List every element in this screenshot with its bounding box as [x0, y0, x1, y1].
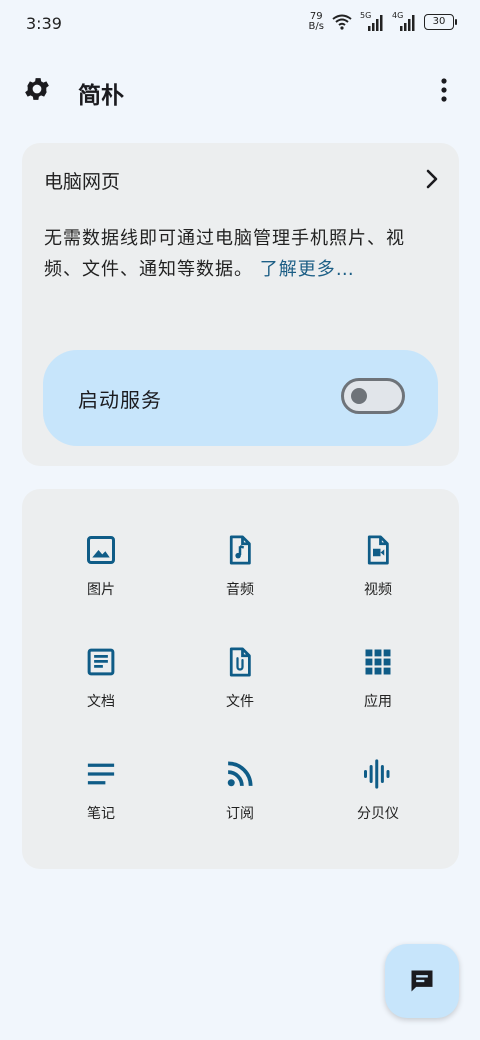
sound-wave-icon — [364, 759, 390, 789]
image-icon — [87, 536, 115, 564]
signal-icon-2: 4G — [392, 12, 416, 32]
grid-item-documents[interactable]: 文档 — [41, 647, 161, 737]
status-icons: 79 B/s 5G 4G 30 — [309, 12, 457, 32]
grid-item-files[interactable]: 文件 — [180, 647, 300, 737]
net-speed-unit: B/s — [308, 21, 324, 32]
grid-item-video[interactable]: 视频 — [318, 535, 438, 625]
app-bar: 简朴 — [0, 64, 480, 116]
grid-item-label: 文档 — [87, 694, 115, 710]
grid-item-label: 分贝仪 — [357, 806, 399, 822]
app-title: 简朴 — [78, 83, 124, 109]
media-grid-card: 图片 音频 视频 文档 文件 应用 笔记 订阅 分贝仪 — [22, 489, 459, 869]
web-card-title: 电脑网页 — [44, 171, 121, 193]
grid-item-label: 音频 — [226, 582, 254, 598]
attachment-file-icon — [229, 647, 251, 677]
apps-grid-icon — [365, 649, 391, 675]
status-time: 3:39 — [26, 14, 62, 33]
grid-item-label: 图片 — [87, 582, 115, 598]
signal-1-tag: 5G — [360, 11, 372, 20]
status-bar: 3:39 79 B/s 5G 4G 30 — [0, 0, 480, 48]
grid-item-subscriptions[interactable]: 订阅 — [180, 759, 300, 849]
chevron-right-icon — [426, 169, 438, 189]
start-service-toggle[interactable] — [341, 378, 405, 414]
grid-item-label: 笔记 — [87, 806, 115, 822]
wifi-icon — [332, 14, 352, 30]
web-page-card[interactable]: 电脑网页 无需数据线即可通过电脑管理手机照片、视频、文件、通知等数据。 了解更多… — [22, 143, 459, 466]
toggle-knob — [351, 388, 367, 404]
start-service-row[interactable]: 启动服务 — [43, 350, 438, 446]
signal-2-tag: 4G — [392, 11, 404, 20]
rss-icon — [227, 761, 253, 787]
grid-item-notes[interactable]: 笔记 — [41, 759, 161, 849]
grid-item-apps[interactable]: 应用 — [318, 647, 438, 737]
document-icon — [87, 648, 115, 676]
start-service-label: 启动服务 — [78, 388, 162, 412]
battery-icon: 30 — [424, 14, 457, 30]
chat-message-icon — [411, 970, 433, 992]
audio-file-icon — [229, 535, 251, 565]
grid-item-images[interactable]: 图片 — [41, 535, 161, 625]
notes-icon — [87, 763, 115, 785]
more-vert-icon[interactable] — [434, 76, 454, 104]
video-file-icon — [367, 535, 389, 565]
grid-item-decibel-meter[interactable]: 分贝仪 — [318, 759, 438, 849]
grid-item-label: 视频 — [364, 582, 392, 598]
signal-icon-1: 5G — [360, 12, 384, 32]
grid-item-label: 订阅 — [226, 806, 254, 822]
grid-item-audio[interactable]: 音频 — [180, 535, 300, 625]
grid-item-label: 文件 — [226, 694, 254, 710]
learn-more-link[interactable]: 了解更多… — [260, 259, 355, 280]
gear-icon[interactable] — [22, 74, 52, 104]
net-speed: 79 B/s — [309, 12, 324, 32]
feedback-fab[interactable] — [385, 944, 459, 1018]
grid-item-label: 应用 — [364, 694, 392, 710]
web-card-description: 无需数据线即可通过电脑管理手机照片、视频、文件、通知等数据。 了解更多… — [44, 223, 434, 285]
